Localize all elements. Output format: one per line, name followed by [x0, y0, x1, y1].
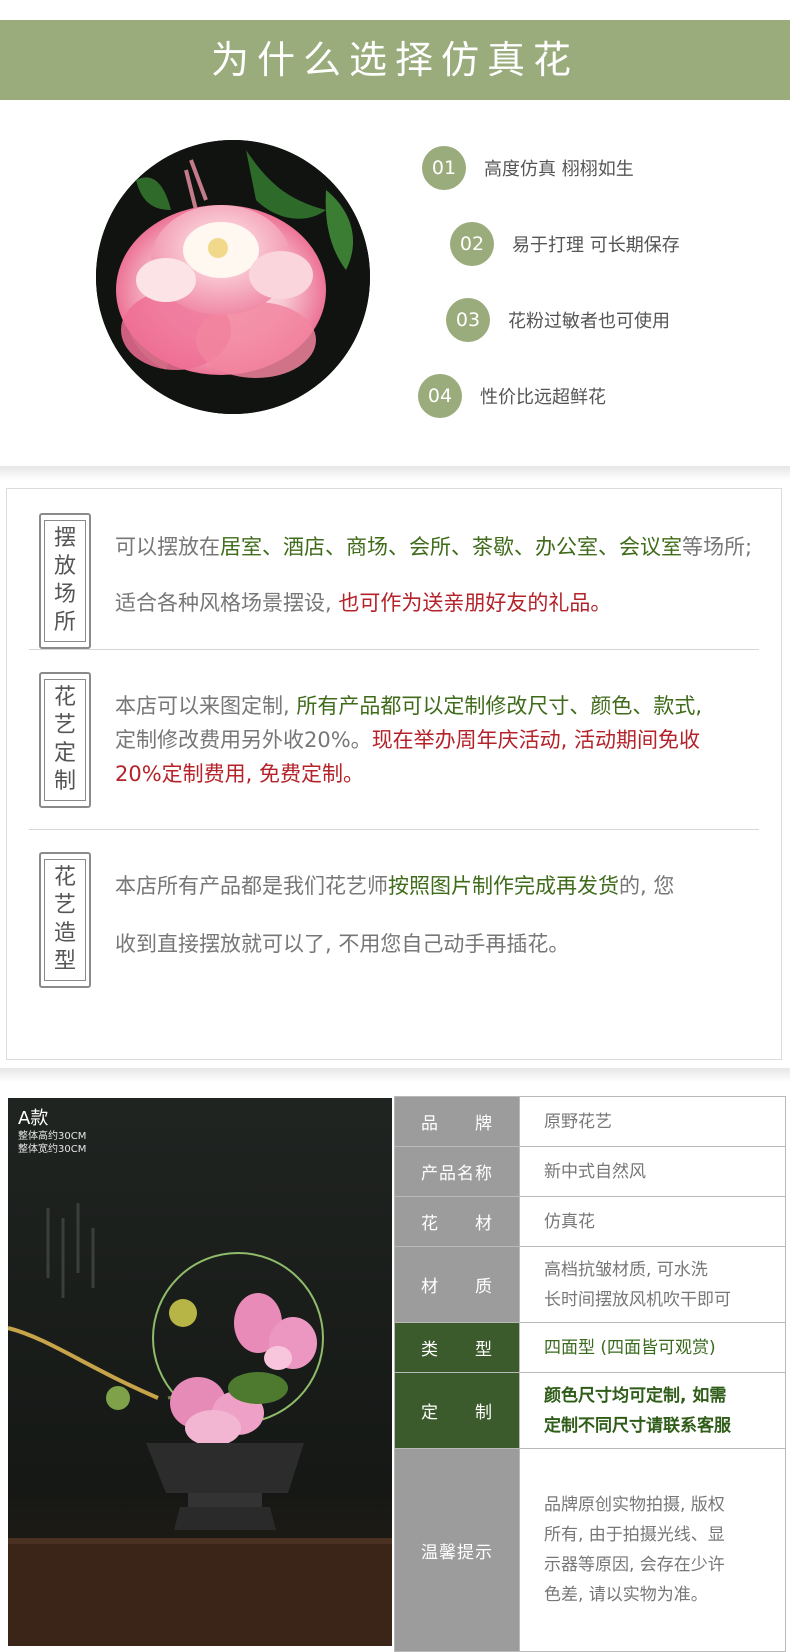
feature-item-2: 02 易于打理 可长期保存	[450, 222, 680, 266]
vertical-label: 花 艺 造 型	[39, 852, 91, 988]
text-run: 定制修改费用另外收20%。	[115, 728, 372, 752]
spec-value-line: 长时间摆放风机吹干即可	[544, 1289, 731, 1310]
text-run: 本店所有产品都是我们花艺师	[115, 874, 388, 898]
section-customization: 花 艺 定 制 本店可以来图定制, 所有产品都可以定制修改尺寸、颜色、款式, 定…	[7, 650, 783, 830]
spec-row-customization: 定 制 颜色尺寸均可定制, 如需 定制不同尺寸请联系客服	[395, 1373, 785, 1449]
spec-key: 产品名称	[395, 1147, 519, 1196]
spec-row-notice: 温馨提示 品牌原创实物拍摄, 版权 所有, 由于拍摄光线、显 示器等原因, 会存…	[395, 1449, 785, 1651]
highlight-red: 现在举办周年庆活动, 活动期间免收	[371, 728, 701, 752]
label-char: 场	[53, 582, 76, 607]
spec-value: 高档抗皱材质, 可水洗 长时间摆放风机吹干即可	[519, 1247, 785, 1322]
spec-value-line: 原野花艺	[544, 1111, 612, 1132]
text-run: 可以摆放在	[115, 535, 220, 559]
label-char: 制	[53, 769, 76, 794]
variant-title: A款	[18, 1108, 49, 1129]
label-char: 艺	[53, 893, 76, 918]
spec-value-line: 定制不同尺寸请联系客服	[544, 1415, 731, 1436]
spec-row-flower-material: 花 材 仿真花	[395, 1197, 785, 1247]
feature-number-badge: 03	[446, 298, 490, 342]
paragraph-line: 适合各种风格场景摆设, 也可作为送亲朋好友的礼品。	[115, 587, 755, 617]
paragraph-line: 可以摆放在居室、酒店、商场、会所、茶歇、办公室、会议室等场所;	[115, 531, 755, 561]
spec-row-product-name: 产品名称 新中式自然风	[395, 1147, 785, 1197]
size-width: 整体宽约30CM	[18, 1144, 87, 1155]
spec-value-line: 四面型 (四面皆可观赏)	[544, 1337, 716, 1358]
feature-text: 性价比远超鲜花	[480, 387, 606, 408]
spec-row-material: 材 质 高档抗皱材质, 可水洗 长时间摆放风机吹干即可	[395, 1247, 785, 1323]
highlight-green: 所有产品都可以定制修改尺寸、颜色、款式,	[296, 694, 703, 718]
label-char: 放	[53, 554, 76, 579]
paragraph-line: 20%定制费用, 免费定制。	[115, 758, 755, 788]
feature-text: 高度仿真 栩栩如生	[484, 159, 634, 180]
label-char: 所	[53, 610, 76, 635]
spec-value-line: 颜色尺寸均可定制, 如需	[544, 1385, 727, 1406]
spec-value-line: 色差, 请以实物为准。	[544, 1585, 708, 1605]
spec-row-type: 类 型 四面型 (四面皆可观赏)	[395, 1323, 785, 1373]
title-banner: 为什么选择仿真花	[0, 20, 790, 100]
spec-value-line: 仿真花	[544, 1211, 595, 1232]
spec-value: 新中式自然风	[519, 1147, 785, 1196]
text-run: 适合各种风格场景摆设,	[115, 591, 339, 615]
banner-title: 为什么选择仿真花	[210, 38, 579, 82]
spec-value-line: 所有, 由于拍摄光线、显	[544, 1525, 725, 1545]
spec-value: 原野花艺	[519, 1097, 785, 1146]
spec-value: 颜色尺寸均可定制, 如需 定制不同尺寸请联系客服	[519, 1373, 785, 1448]
vertical-label: 花 艺 定 制	[39, 672, 91, 808]
size-height: 整体高约30CM	[18, 1131, 87, 1142]
peony-photo	[96, 140, 370, 414]
feature-item-1: 01 高度仿真 栩栩如生	[422, 146, 634, 190]
spec-value: 四面型 (四面皆可观赏)	[519, 1323, 785, 1372]
feature-number-badge: 04	[418, 374, 462, 418]
text-run: 本店可以来图定制,	[115, 694, 297, 718]
label-char: 型	[53, 949, 76, 974]
feature-text: 易于打理 可长期保存	[512, 235, 680, 256]
highlight-red: 20%定制费用, 免费定制。	[115, 762, 365, 786]
spec-value-line: 示器等原因, 会存在少许	[544, 1555, 725, 1575]
spec-key: 类 型	[395, 1323, 519, 1372]
section-separator	[0, 1068, 790, 1082]
spec-row-brand: 品 牌 原野花艺	[395, 1097, 785, 1147]
vertical-label: 摆 放 场 所	[39, 513, 91, 649]
spec-key: 材 质	[395, 1247, 519, 1322]
feature-number-badge: 01	[422, 146, 466, 190]
label-char: 造	[53, 921, 76, 946]
text-run: 等场所;	[682, 535, 753, 559]
paragraph-line: 收到直接摆放就可以了, 不用您自己动手再插花。	[115, 928, 755, 958]
spec-key: 花 材	[395, 1197, 519, 1246]
spec-value-line: 高档抗皱材质, 可水洗	[544, 1259, 708, 1280]
paragraph-line: 本店所有产品都是我们花艺师按照图片制作完成再发货的, 您	[115, 870, 755, 900]
text-run: 的, 您	[619, 874, 675, 898]
label-char: 定	[53, 741, 76, 766]
paragraph-line: 本店可以来图定制, 所有产品都可以定制修改尺寸、颜色、款式,	[115, 690, 755, 720]
spec-key: 温馨提示	[395, 1449, 519, 1651]
label-char: 摆	[53, 526, 76, 551]
label-char: 花	[53, 685, 76, 710]
feature-item-4: 04 性价比远超鲜花	[418, 374, 606, 418]
paragraph-line: 定制修改费用另外收20%。现在举办周年庆活动, 活动期间免收	[115, 724, 755, 754]
label-char: 艺	[53, 713, 76, 738]
highlight-green: 居室、酒店、商场、会所、茶歇、办公室、会议室	[220, 535, 682, 559]
peony-illustration	[96, 140, 370, 414]
info-box: 摆 放 场 所 可以摆放在居室、酒店、商场、会所、茶歇、办公室、会议室等场所; …	[6, 488, 782, 1060]
product-photo: A款 整体高约30CM 整体宽约30CM	[8, 1098, 392, 1646]
spec-value-line: 品牌原创实物拍摄, 版权	[544, 1495, 725, 1515]
product-variant-tag: A款 整体高约30CM 整体宽约30CM	[18, 1108, 86, 1156]
highlight-red: 也可作为送亲朋好友的礼品。	[338, 591, 612, 615]
feature-text: 花粉过敏者也可使用	[508, 311, 670, 332]
highlight-green: 按照图片制作完成再发货	[388, 874, 619, 898]
spec-key: 定 制	[395, 1373, 519, 1448]
feature-item-3: 03 花粉过敏者也可使用	[446, 298, 670, 342]
section-styling: 花 艺 造 型 本店所有产品都是我们花艺师按照图片制作完成再发货的, 您 收到直…	[7, 830, 783, 1060]
spec-value: 仿真花	[519, 1197, 785, 1246]
spec-value-line: 新中式自然风	[544, 1161, 646, 1182]
arrangement-illustration	[8, 1098, 392, 1646]
spec-value: 品牌原创实物拍摄, 版权 所有, 由于拍摄光线、显 示器等原因, 会存在少许 色…	[519, 1449, 785, 1651]
text-run: 收到直接摆放就可以了, 不用您自己动手再插花。	[115, 932, 570, 956]
label-char: 花	[53, 865, 76, 890]
spec-key: 品 牌	[395, 1097, 519, 1146]
feature-number-badge: 02	[450, 222, 494, 266]
section-separator	[0, 466, 790, 480]
spec-table: 品 牌 原野花艺 产品名称 新中式自然风 花 材 仿真花 材 质 高档抗皱材质,…	[394, 1096, 786, 1652]
